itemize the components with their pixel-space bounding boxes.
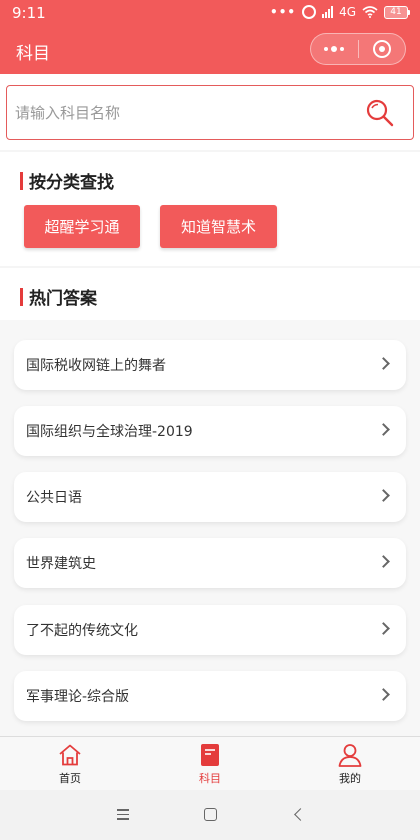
category-button-chaoxing[interactable]: 超醒学习通 <box>24 205 140 248</box>
wifi-icon <box>362 6 378 18</box>
chevron-right-icon <box>377 423 390 436</box>
list-item-label: 军事理论-综合版 <box>26 689 130 705</box>
home-icon <box>59 744 81 766</box>
list-item[interactable]: 世界建筑史 <box>14 538 406 588</box>
hot-answers-header: 热门答案 <box>0 268 420 320</box>
hot-answers-list: 国际税收网链上的舞者 国际组织与全球治理-2019 公共日语 世界建筑史 了不起… <box>0 320 420 736</box>
chevron-right-icon <box>377 357 390 370</box>
list-item-label: 国际税收网链上的舞者 <box>26 358 166 374</box>
chevron-right-icon <box>377 688 390 701</box>
hot-title: 热门答案 <box>29 289 97 309</box>
list-item[interactable]: 公共日语 <box>14 472 406 522</box>
chevron-right-icon <box>377 489 390 502</box>
tab-home[interactable]: 首页 <box>0 737 140 791</box>
battery-icon: 41 <box>384 5 410 19</box>
search-icon[interactable] <box>365 98 395 128</box>
tab-mine[interactable]: 我的 <box>280 737 420 791</box>
network-type: 4G <box>339 5 356 19</box>
page-title: 科目 <box>16 44 50 64</box>
list-item[interactable]: 军事理论-综合版 <box>14 671 406 721</box>
battery-level: 41 <box>384 5 408 19</box>
bottom-tab-bar: 首页 科目 我的 <box>0 736 420 790</box>
notification-dots: ••• <box>270 5 297 19</box>
list-item-label: 国际组织与全球治理-2019 <box>26 424 193 440</box>
list-item[interactable]: 了不起的传统文化 <box>14 605 406 655</box>
category-button-zhidao[interactable]: 知道智慧术 <box>160 205 277 248</box>
alarm-icon <box>302 5 317 19</box>
chevron-right-icon <box>377 555 390 568</box>
search-section <box>0 74 420 150</box>
chevron-right-icon <box>377 622 390 635</box>
signal-icon <box>322 6 334 18</box>
status-icons: ••• 4G 41 <box>270 5 410 19</box>
status-time: 9:11 <box>12 4 46 22</box>
book-icon <box>201 744 219 766</box>
tab-home-label: 首页 <box>59 772 81 785</box>
list-item-label: 世界建筑史 <box>26 556 96 572</box>
system-navigation-bar <box>0 790 420 840</box>
person-icon <box>338 744 362 767</box>
system-home-icon[interactable] <box>204 808 217 821</box>
more-button[interactable] <box>311 46 358 52</box>
category-section: 按分类查找 超醒学习通 知道智慧术 <box>0 152 420 266</box>
search-input[interactable] <box>7 86 357 139</box>
heading-accent-bar <box>20 287 23 306</box>
list-item[interactable]: 国际组织与全球治理-2019 <box>14 406 406 456</box>
category-title: 按分类查找 <box>29 173 114 193</box>
list-item-label: 了不起的传统文化 <box>26 623 138 639</box>
list-item[interactable]: 国际税收网链上的舞者 <box>14 340 406 390</box>
list-item-label: 公共日语 <box>26 490 82 506</box>
heading-accent-bar <box>20 171 23 190</box>
miniprogram-capsule <box>310 33 406 65</box>
hot-heading: 热门答案 <box>20 284 97 309</box>
close-button[interactable] <box>358 40 405 58</box>
close-circle-icon <box>372 40 391 58</box>
search-box <box>6 85 414 140</box>
back-icon[interactable] <box>294 808 307 821</box>
top-header: 9:11 ••• 4G 41 科目 <box>0 0 420 74</box>
tab-subjects-label: 科目 <box>199 772 221 785</box>
tab-subjects[interactable]: 科目 <box>140 737 280 791</box>
menu-icon[interactable] <box>117 809 129 820</box>
tab-mine-label: 我的 <box>339 772 361 785</box>
status-bar: 9:11 ••• 4G 41 <box>0 0 420 26</box>
category-heading: 按分类查找 <box>20 168 114 193</box>
